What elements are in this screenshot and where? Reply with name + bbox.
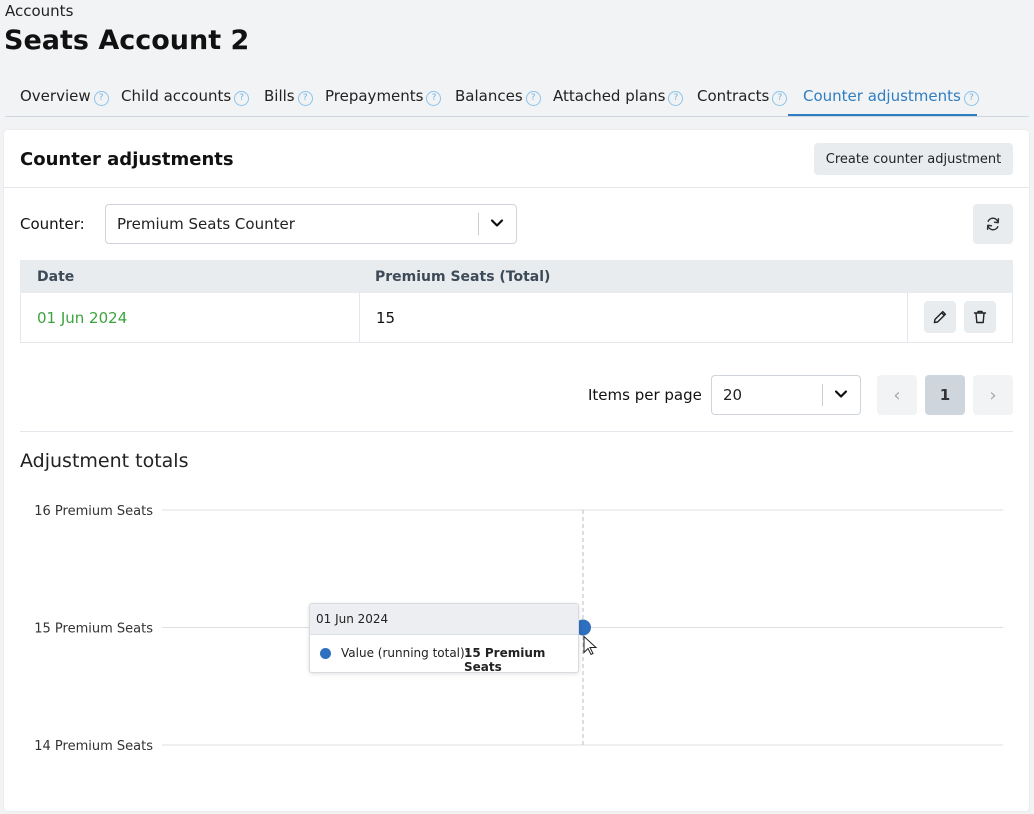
counter-label: Counter:	[20, 215, 85, 233]
select-separator	[822, 384, 823, 406]
tab-balances[interactable]: Balances?	[440, 78, 541, 116]
series-dot-icon	[320, 648, 331, 659]
help-icon[interactable]: ?	[234, 91, 250, 106]
column-header-premium-seats[interactable]: Premium Seats (Total)	[375, 269, 550, 285]
tab-overview[interactable]: Overview?	[5, 78, 109, 116]
items-per-page-select[interactable]: 20	[711, 375, 861, 415]
row-date-link[interactable]: 01 Jun 2024	[37, 309, 127, 327]
tab-attached-plans[interactable]: Attached plans?	[538, 78, 684, 116]
column-header-date[interactable]: Date	[37, 269, 74, 285]
refresh-button[interactable]	[973, 204, 1013, 244]
card-title: Counter adjustments	[20, 149, 234, 170]
next-page-button[interactable]: ›	[973, 375, 1013, 415]
cursor-icon	[583, 635, 598, 656]
tab-label: Bills	[264, 87, 295, 105]
tab-label: Child accounts	[121, 87, 232, 105]
y-tick-label: 16 Premium Seats	[34, 504, 153, 519]
y-tick-label: 14 Premium Seats	[34, 739, 153, 754]
chevron-down-icon[interactable]	[834, 387, 848, 404]
counter-select[interactable]: Premium Seats Counter	[105, 204, 517, 244]
tooltip-label: Value (running total):	[341, 646, 469, 660]
prev-page-button[interactable]: ‹	[877, 375, 917, 415]
edit-button[interactable]	[924, 301, 956, 333]
section-divider	[20, 431, 1013, 432]
counter-select-value: Premium Seats Counter	[117, 215, 295, 233]
tab-bar: Overview? Child accounts? Bills? Prepaym…	[5, 78, 1029, 117]
tab-contracts[interactable]: Contracts?	[682, 78, 788, 116]
items-per-page-label: Items per page	[588, 386, 702, 404]
delete-button[interactable]	[964, 301, 996, 333]
tooltip-value: 15 Premium Seats	[464, 646, 546, 673]
adjustments-table: Date Premium Seats (Total) 01 Jun 2024 1…	[20, 260, 1013, 343]
create-counter-adjustment-button[interactable]: Create counter adjustment	[814, 143, 1013, 175]
cell-divider	[359, 293, 360, 342]
refresh-icon	[973, 216, 1013, 232]
tab-bills[interactable]: Bills?	[249, 78, 313, 116]
tab-label: Attached plans	[553, 87, 666, 105]
card-header: Counter adjustments Create counter adjus…	[4, 130, 1029, 188]
tab-label: Contracts	[697, 87, 770, 105]
tab-label: Balances	[455, 87, 523, 105]
tab-label: Prepayments	[325, 87, 424, 105]
tooltip-header: 01 Jun 2024	[310, 604, 578, 635]
tab-counter-adjustments[interactable]: Counter adjustments?	[788, 78, 979, 116]
table-row: 01 Jun 2024 15	[20, 293, 1013, 342]
chevron-down-icon[interactable]	[490, 216, 504, 233]
cell-divider	[907, 293, 908, 342]
page-1-button[interactable]: 1	[925, 375, 965, 415]
help-icon[interactable]: ?	[963, 91, 979, 106]
breadcrumb[interactable]: Accounts	[5, 2, 73, 20]
chart-title: Adjustment totals	[20, 450, 189, 472]
items-per-page-value: 20	[723, 386, 743, 404]
y-tick-label: 15 Premium Seats	[34, 622, 153, 637]
pencil-icon	[924, 309, 956, 325]
table-header: Date Premium Seats (Total)	[20, 260, 1013, 293]
tab-label: Overview	[20, 87, 91, 105]
tab-prepayments[interactable]: Prepayments?	[310, 78, 442, 116]
select-separator	[478, 213, 479, 235]
trash-icon	[964, 309, 996, 325]
tab-child-accounts[interactable]: Child accounts?	[106, 78, 250, 116]
tooltip-body: Value (running total): 15 Premium Seats	[310, 635, 578, 672]
row-value: 15	[376, 309, 396, 327]
help-icon[interactable]: ?	[772, 91, 788, 106]
counter-adjustments-card: Counter adjustments Create counter adjus…	[4, 130, 1029, 811]
page-title: Seats Account 2	[4, 25, 250, 56]
chart-tooltip: 01 Jun 2024 Value (running total): 15 Pr…	[309, 603, 579, 673]
tab-label: Counter adjustments	[803, 87, 961, 105]
